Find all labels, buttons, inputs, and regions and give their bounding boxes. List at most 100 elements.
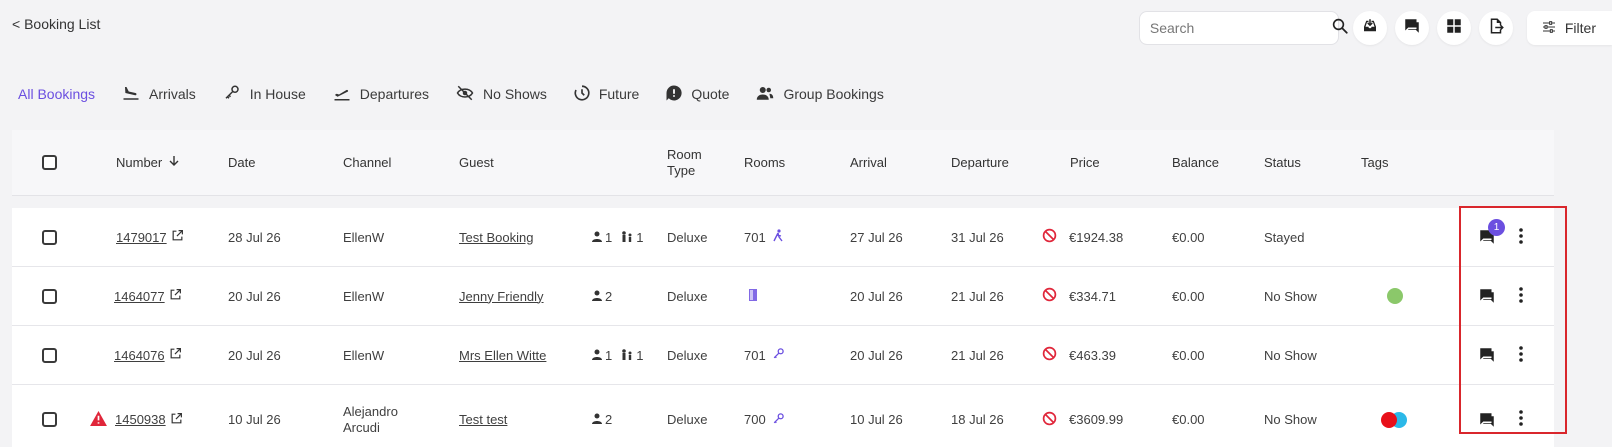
row-messages-button[interactable] [1478,346,1496,364]
channel: EllenW [343,347,385,363]
column-label: Type [667,162,696,178]
more-options-icon[interactable] [1518,227,1524,247]
back-to-booking-list[interactable]: < Booking List [12,16,100,32]
adults-count: 2 [605,288,613,304]
more-options-icon[interactable] [1518,410,1524,429]
tab-future[interactable]: Future [573,84,639,105]
column-balance[interactable]: Balance [1172,130,1219,195]
adult-icon [592,289,602,304]
column-price[interactable]: Price [1070,130,1100,195]
key-icon [772,347,785,363]
non-refundable-icon [1042,287,1057,305]
price: €1924.38 [1069,229,1124,245]
booking-date: 20 Jul 26 [228,288,281,304]
external-link-icon[interactable] [169,288,182,304]
door-icon [748,288,758,305]
booking-number-link[interactable]: 1464076 [114,348,165,363]
table-row[interactable]: 1464077 20 Jul 26 EllenW Jenny Friendly … [12,267,1554,326]
departure-date: 18 Jul 26 [951,412,1004,427]
booking-number-link[interactable]: 1450938 [115,412,166,427]
table-header: Number Date Channel Guest Room Type Room… [12,130,1554,196]
channel-line: Arcudi [343,419,380,435]
non-refundable-icon [1042,346,1057,364]
filter-button[interactable]: Filter [1526,11,1612,45]
table-row[interactable]: 1464076 20 Jul 26 EllenW Mrs Ellen Witte… [12,326,1554,385]
departure-date: 21 Jul 26 [951,288,1004,304]
departure-date: 21 Jul 26 [951,347,1004,363]
tab-label: No Shows [483,86,547,102]
column-number[interactable]: Number [116,130,180,195]
column-guest[interactable]: Guest [459,130,494,195]
arrow-down-icon [168,155,180,170]
external-link-icon[interactable] [169,347,182,363]
tab-in-house[interactable]: In House [222,84,306,105]
child-icon [621,230,633,245]
search-icon[interactable] [1331,17,1349,40]
tab-group-bookings[interactable]: Group Bookings [755,84,884,105]
column-rooms[interactable]: Rooms [744,130,785,195]
guest-name-link[interactable]: Test test [459,412,507,427]
departure-date: 31 Jul 26 [951,229,1004,245]
guest-name-link[interactable]: Test Booking [459,230,533,245]
row-checkbox[interactable] [42,412,57,427]
room-type: Deluxe [667,229,708,245]
children-count: 1 [636,347,644,363]
guest-name-link[interactable]: Jenny Friendly [459,289,544,304]
adult-icon [592,412,602,427]
row-messages-button[interactable]: 1 [1478,219,1505,246]
column-label: Number [116,155,163,170]
status: No Show [1264,347,1317,363]
column-arrival[interactable]: Arrival [850,130,887,195]
price: €463.39 [1069,347,1116,363]
search-input[interactable] [1149,20,1331,36]
tab-arrivals[interactable]: Arrivals [121,84,196,105]
booking-number-link[interactable]: 1464077 [114,289,165,304]
row-checkbox[interactable] [42,288,57,304]
adult-icon [592,230,602,245]
clock-icon [573,84,591,105]
tab-all-bookings[interactable]: All Bookings [18,86,95,102]
export-button[interactable] [1478,11,1513,45]
more-options-icon[interactable] [1518,286,1524,306]
download-button[interactable] [1352,11,1387,45]
column-departure[interactable]: Departure [951,130,1009,195]
column-date[interactable]: Date [228,130,255,195]
booking-tabs: All Bookings Arrivals In House Departure… [18,83,910,105]
non-refundable-icon [1042,411,1057,429]
column-room-type[interactable]: Room Type [667,130,702,195]
tab-departures[interactable]: Departures [332,84,429,105]
toolbar: Filter [1138,11,1612,45]
arrival-date: 27 Jul 26 [850,229,903,245]
row-checkbox[interactable] [42,229,57,245]
unread-badge: 1 [1488,219,1505,236]
tab-no-shows[interactable]: No Shows [455,84,547,105]
more-options-icon[interactable] [1518,345,1524,365]
tab-label: Arrivals [149,86,196,102]
booking-number-link[interactable]: 1479017 [116,230,167,245]
column-tags[interactable]: Tags [1361,130,1388,195]
select-all-checkbox[interactable] [42,155,57,170]
row-checkbox[interactable] [42,347,57,363]
guest-name-link[interactable]: Mrs Ellen Witte [459,348,546,363]
row-messages-button[interactable] [1478,287,1496,305]
plane-takeoff-icon [332,84,352,105]
column-channel[interactable]: Channel [343,130,391,195]
messages-button[interactable] [1394,11,1429,45]
grid-view-button[interactable] [1436,11,1471,45]
child-icon [621,348,633,363]
tab-quote[interactable]: Quote [665,84,729,105]
sliders-icon [1541,19,1557,38]
channel: Alejandro Arcudi [343,385,398,447]
row-messages-button[interactable] [1478,411,1496,429]
tag-dot [1381,411,1397,428]
header-spacer [12,196,1554,208]
table-row[interactable]: 1450938 10 Jul 26 Alejandro Arcudi Test … [12,385,1554,447]
quote-icon [665,84,683,105]
external-link-icon[interactable] [171,229,184,245]
non-refundable-icon [1042,228,1057,246]
table-row[interactable]: 1479017 28 Jul 26 EllenW Test Booking 1 … [12,208,1554,267]
arrival-date: 20 Jul 26 [850,347,903,363]
column-status[interactable]: Status [1264,130,1301,195]
external-link-icon[interactable] [170,412,183,428]
adults-count: 1 [605,229,613,245]
